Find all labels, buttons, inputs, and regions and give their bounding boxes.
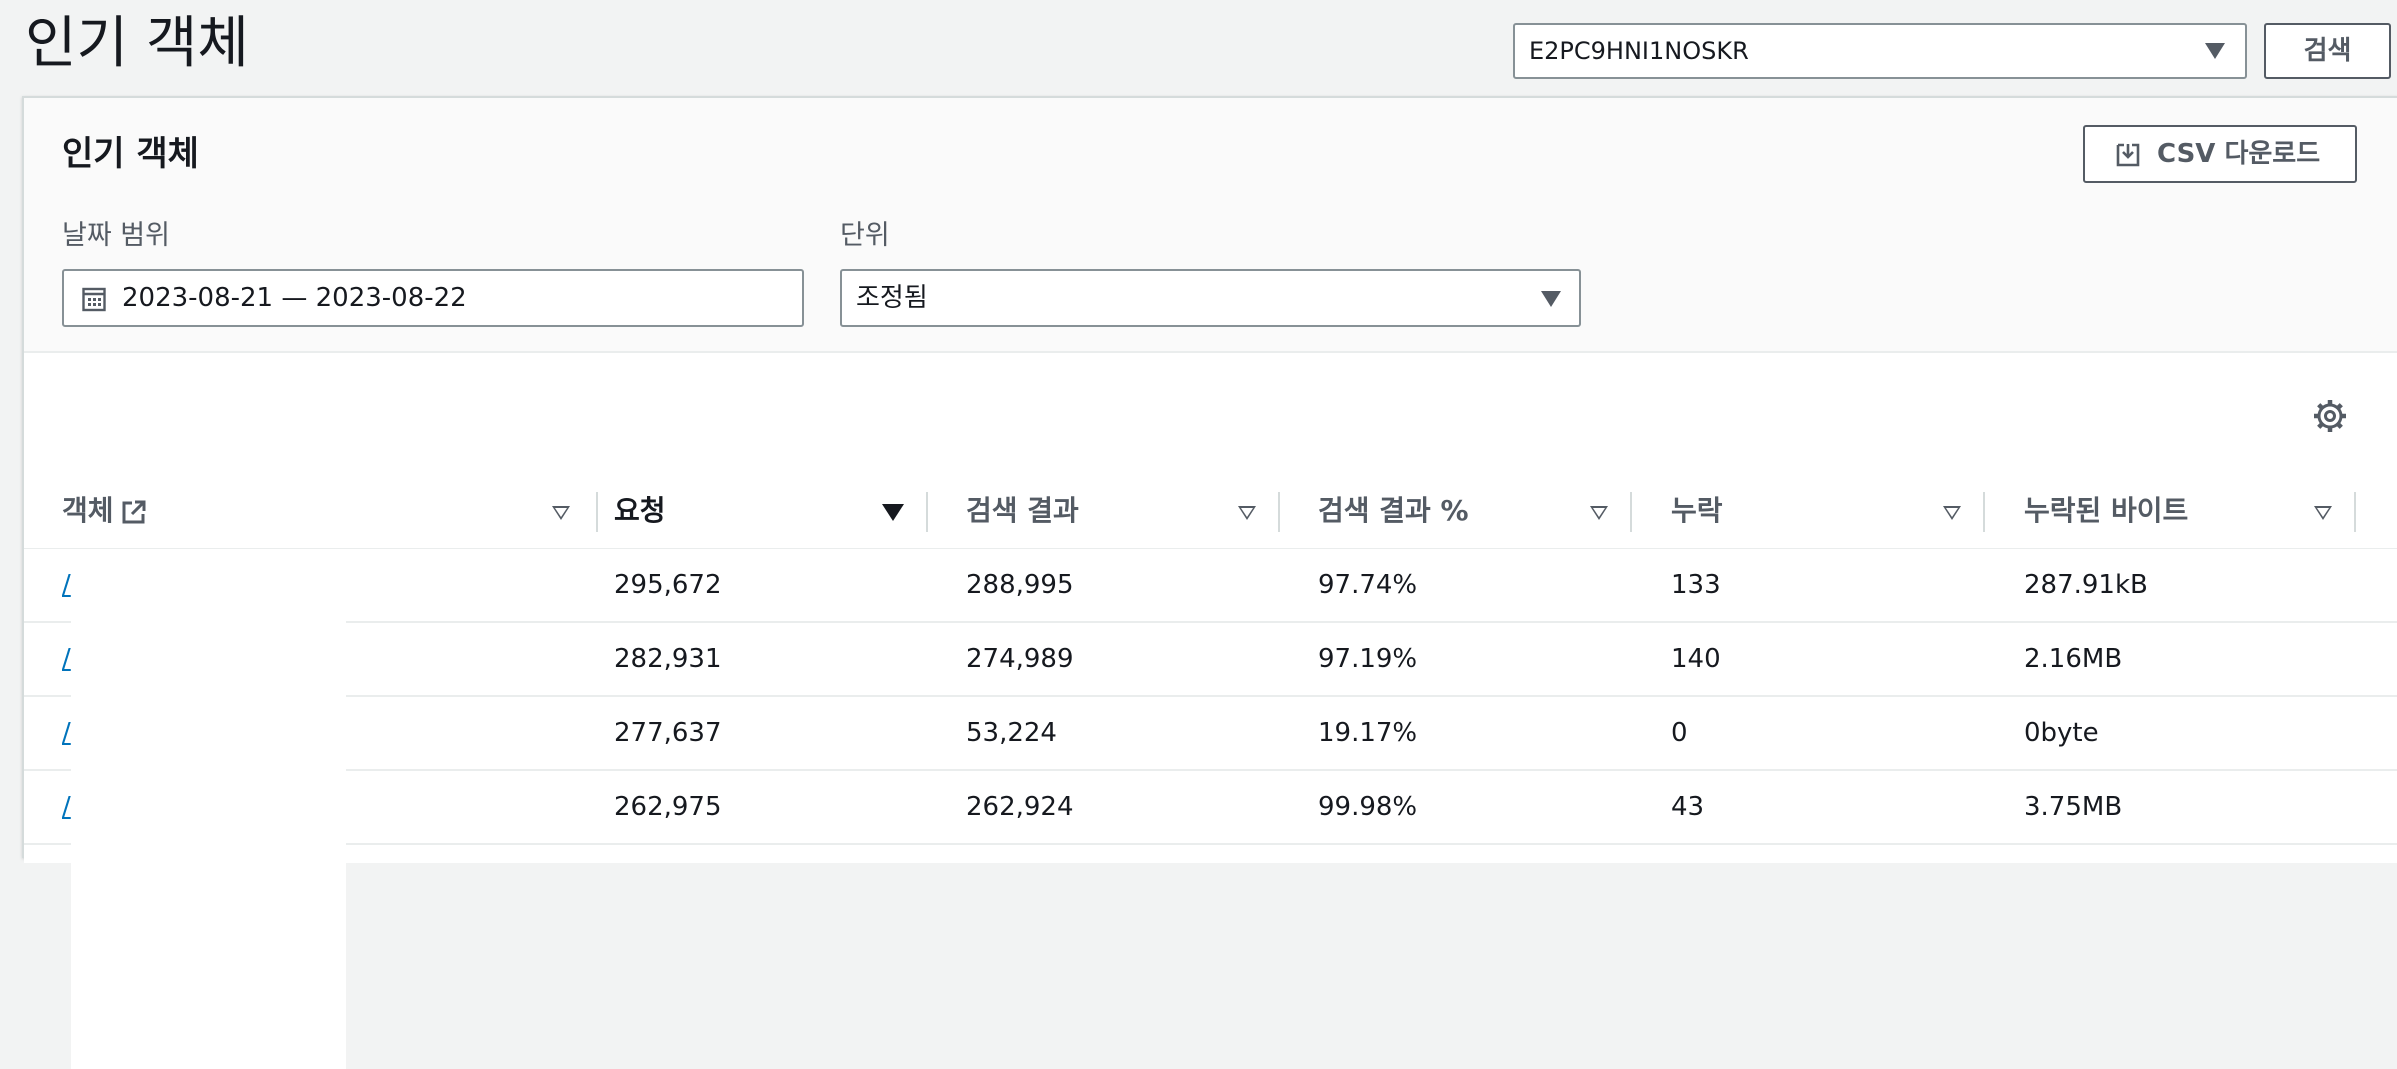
cell-hit-percent: 19.17% — [1318, 718, 1418, 748]
column-header-requests[interactable]: 요청 — [614, 474, 966, 548]
column-header-object[interactable]: 객체 — [62, 474, 598, 548]
cell-hit-percent: 97.19% — [1318, 644, 1418, 674]
column-header-miss-bytes[interactable]: 누락된 바이트 — [2024, 474, 2394, 548]
cell-hits: 288,995 — [966, 570, 1074, 600]
column-header-misses[interactable]: 누락 — [1671, 474, 2023, 548]
csv-download-label: CSV 다운로드 — [2157, 139, 2321, 169]
cell-misses: 133 — [1671, 570, 1721, 600]
unit-label: 단위 — [840, 220, 890, 251]
object-link[interactable]: / — [62, 623, 71, 695]
external-link-icon — [122, 500, 146, 524]
distribution-select[interactable]: E2PC9HNI1NOSKR — [1513, 23, 2247, 79]
column-header-hits[interactable]: 검색 결과 — [966, 474, 1318, 548]
sort-caret-icon[interactable] — [2314, 506, 2332, 520]
panel-title: 인기 객체 — [62, 134, 199, 174]
sort-caret-icon[interactable] — [1943, 506, 1961, 520]
column-header-label: 검색 결과 — [966, 494, 1079, 527]
table-row: / 295,672 288,995 97.74% 133 287.91kB — [24, 549, 2397, 623]
gear-icon[interactable] — [2312, 398, 2348, 434]
cell-misses: 0 — [1671, 718, 1688, 748]
object-link[interactable]: / — [62, 549, 71, 621]
table-row: / 282,931 274,989 97.19% 140 2.16MB — [24, 623, 2397, 697]
table-header: 객체 요청 검색 결과 검색 결과 % 누락 누락된 바이트 — [24, 474, 2397, 550]
column-header-label: 검색 결과 % — [1318, 494, 1469, 527]
calendar-icon — [82, 287, 106, 312]
date-range-value: 2023-08-21 — 2023-08-22 — [122, 283, 467, 313]
sort-caret-icon[interactable] — [1590, 506, 1608, 520]
object-link[interactable]: / — [62, 771, 71, 843]
date-range-field[interactable]: 2023-08-21 — 2023-08-22 — [62, 269, 804, 327]
unit-select[interactable]: 조정됨 — [840, 269, 1581, 327]
csv-download-button[interactable]: CSV 다운로드 — [2083, 125, 2357, 183]
column-divider[interactable] — [1630, 492, 1632, 532]
table-body: / 295,672 288,995 97.74% 133 287.91kB / … — [24, 549, 2397, 1069]
cell-hits: 262,924 — [966, 792, 1074, 822]
cell-miss-bytes: 0byte — [2024, 718, 2099, 748]
table-row: / 277,637 53,224 19.17% 0 0byte — [24, 697, 2397, 771]
column-divider[interactable] — [1278, 492, 1280, 532]
caret-down-icon — [2205, 43, 2225, 59]
column-divider[interactable] — [596, 492, 598, 532]
cell-misses: 140 — [1671, 644, 1721, 674]
object-link[interactable]: / — [62, 697, 71, 769]
objects-table: 객체 요청 검색 결과 검색 결과 % 누락 누락된 바이트 / 295,672… — [24, 351, 2397, 1069]
cell-hit-percent: 99.98% — [1318, 792, 1418, 822]
cell-hits: 53,224 — [966, 718, 1057, 748]
column-divider[interactable] — [926, 492, 928, 532]
cell-requests: 277,637 — [614, 718, 722, 748]
cell-requests: 295,672 — [614, 570, 722, 600]
unit-select-value: 조정됨 — [856, 283, 928, 313]
search-button[interactable]: 검색 — [2264, 23, 2391, 79]
cell-requests: 282,931 — [614, 644, 722, 674]
caret-down-icon — [1541, 291, 1561, 307]
cell-miss-bytes: 3.75MB — [2024, 792, 2123, 822]
sort-caret-icon[interactable] — [1238, 506, 1256, 520]
cell-hit-percent: 97.74% — [1318, 570, 1418, 600]
column-divider[interactable] — [1983, 492, 1985, 532]
popular-objects-panel: 인기 객체 CSV 다운로드 날짜 범위 2023-08-21 — 2023-0… — [22, 96, 2397, 1069]
cell-misses: 43 — [1671, 792, 1705, 822]
column-header-hit-percent[interactable]: 검색 결과 % — [1318, 474, 1670, 548]
download-icon — [2116, 143, 2140, 167]
column-header-label: 객체 — [62, 494, 114, 527]
redaction-overlay — [71, 549, 346, 1069]
column-header-label: 요청 — [614, 494, 666, 527]
cell-hits: 274,989 — [966, 644, 1074, 674]
column-divider[interactable] — [2354, 492, 2356, 532]
sort-caret-icon[interactable] — [882, 504, 904, 521]
distribution-select-value: E2PC9HNI1NOSKR — [1529, 37, 1749, 65]
sort-caret-icon[interactable] — [552, 506, 570, 520]
cell-miss-bytes: 2.16MB — [2024, 644, 2123, 674]
cell-requests: 262,975 — [614, 792, 722, 822]
column-header-label: 누락 — [1671, 494, 1723, 527]
date-range-label: 날짜 범위 — [62, 220, 170, 251]
page-title: 인기 객체 — [25, 11, 249, 76]
cell-miss-bytes: 287.91kB — [2024, 570, 2148, 600]
column-header-label: 누락된 바이트 — [2024, 494, 2189, 527]
